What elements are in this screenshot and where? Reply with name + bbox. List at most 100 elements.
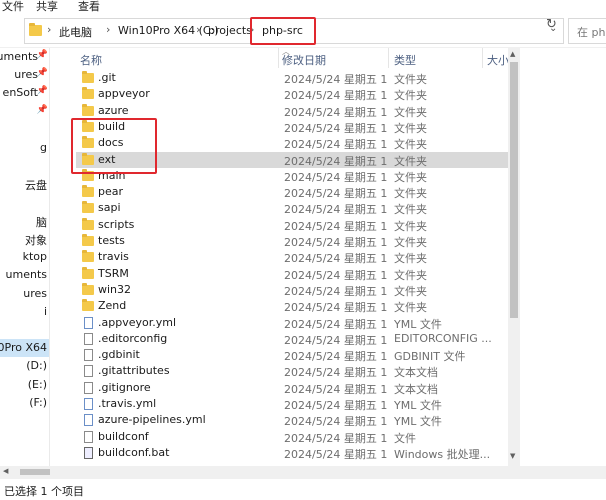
breadcrumb-projects[interactable]: projects xyxy=(208,24,252,37)
file-row[interactable]: .travis.yml 2024/5/24 星期五 15:... YML 文件 xyxy=(76,396,518,412)
file-row[interactable]: scripts 2024/5/24 星期五 15:... 文件夹 xyxy=(76,217,518,233)
scrollbar-thumb[interactable] xyxy=(510,62,518,318)
chevron-right-icon[interactable]: › xyxy=(106,23,110,36)
scroll-up-icon[interactable]: ▲ xyxy=(510,50,515,58)
sidebar-item-label: uments xyxy=(0,50,38,63)
sidebar-item[interactable] xyxy=(0,321,49,339)
sidebar-item[interactable]: ures 📌 xyxy=(0,66,49,84)
file-name: scripts xyxy=(98,217,135,231)
pin-icon[interactable]: 📌 xyxy=(37,50,48,60)
file-date: 2024/5/24 星期五 15:... xyxy=(284,366,388,380)
highlight-annotation xyxy=(71,118,157,174)
file-row[interactable]: .gdbinit 2024/5/24 星期五 15:... GDBINIT 文件 xyxy=(76,347,518,363)
file-icon xyxy=(84,446,93,459)
pin-icon[interactable]: 📌 xyxy=(37,68,48,78)
scroll-down-icon[interactable]: ▼ xyxy=(510,452,515,460)
file-type: 文件 xyxy=(394,431,416,445)
sidebar-item[interactable]: enSoft 📌 xyxy=(0,84,49,102)
file-row[interactable]: appveyor 2024/5/24 星期五 15:... 文件夹 xyxy=(76,86,518,102)
column-divider[interactable] xyxy=(388,48,389,68)
scrollbar-thumb[interactable] xyxy=(20,469,50,475)
sidebar-item[interactable]: (D:) xyxy=(0,357,49,375)
column-header-size[interactable]: 大小 xyxy=(487,52,509,68)
sidebar-item[interactable]: i xyxy=(0,303,49,321)
folder-icon xyxy=(82,185,94,198)
sidebar-item[interactable] xyxy=(0,157,49,175)
sidebar-item[interactable]: uments 📌 xyxy=(0,48,49,66)
file-row[interactable]: .git 2024/5/24 星期五 15:... 文件夹 xyxy=(76,70,518,86)
tab-view[interactable]: 查看 xyxy=(78,0,100,13)
refresh-icon[interactable]: ↻ xyxy=(546,17,557,32)
folder-icon xyxy=(82,103,94,116)
column-header-name[interactable]: 名称 xyxy=(80,52,102,68)
column-divider[interactable] xyxy=(278,48,279,68)
chevron-right-icon[interactable]: › xyxy=(47,23,51,36)
sidebar-item[interactable]: (F:) xyxy=(0,394,49,412)
file-name: TSRM xyxy=(98,266,129,280)
file-row[interactable]: azure-pipelines.yml 2024/5/24 星期五 15:... Y… xyxy=(76,412,518,428)
file-type: 文件夹 xyxy=(394,170,427,184)
sidebar-item-label: ures xyxy=(14,68,38,82)
file-row[interactable]: win32 2024/5/24 星期五 15:... 文件夹 xyxy=(76,282,518,298)
file-row[interactable]: tests 2024/5/24 星期五 15:... 文件夹 xyxy=(76,233,518,249)
sidebar-item[interactable]: ktop xyxy=(0,248,49,266)
sidebar-item[interactable]: 云盘 xyxy=(0,175,49,193)
sidebar-item[interactable]: g xyxy=(0,139,49,157)
file-date: 2024/5/24 星期五 15:... xyxy=(284,399,388,412)
pin-icon[interactable]: 📌 xyxy=(37,86,48,96)
tab-share[interactable]: 共享 xyxy=(36,0,58,13)
tab-file[interactable]: 文件 xyxy=(2,0,24,13)
chevron-right-icon[interactable]: › xyxy=(196,23,200,36)
file-date: 2024/5/24 星期五 15:... xyxy=(284,219,388,233)
file-row[interactable]: .appveyor.yml 2024/5/24 星期五 15:... YML 文件 xyxy=(76,315,518,331)
file-row[interactable]: Zend 2024/5/24 星期五 15:... 文件夹 xyxy=(76,298,518,314)
file-type: GDBINIT 文件 xyxy=(394,350,466,364)
sidebar-item[interactable]: uments xyxy=(0,266,49,284)
pin-icon[interactable]: 📌 xyxy=(37,105,48,115)
sidebar-item[interactable]: 10Pro X64 xyxy=(0,339,49,358)
file-row[interactable]: sapi 2024/5/24 星期五 15:... 文件夹 xyxy=(76,200,518,216)
status-bar: 已选择 1 个项目 xyxy=(0,478,606,500)
sidebar-item[interactable]: (E:) xyxy=(0,376,49,394)
file-name: .appveyor.yml xyxy=(98,315,177,329)
file-type: 文件夹 xyxy=(394,236,427,249)
file-row[interactable]: buildconf.bat 2024/5/24 星期五 15:... Windows… xyxy=(76,445,518,461)
breadcrumb-drive-c[interactable]: Win10Pro X64 (C:) xyxy=(118,24,219,37)
file-row[interactable]: buildconf 2024/5/24 星期五 15:... 文件 xyxy=(76,429,518,445)
file-date: 2024/5/24 星期五 15:... xyxy=(284,301,388,315)
horizontal-scrollbar[interactable]: ◀ xyxy=(0,466,606,478)
file-name: .editorconfig xyxy=(98,331,168,345)
column-header-type[interactable]: 类型 xyxy=(394,52,416,68)
file-name: buildconf.bat xyxy=(98,445,170,459)
sidebar-item[interactable]: 📌 xyxy=(0,103,49,121)
column-header-date[interactable]: 修改日期 xyxy=(282,52,326,68)
file-row[interactable]: travis 2024/5/24 星期五 15:... 文件夹 xyxy=(76,249,518,265)
file-date: 2024/5/24 星期五 15:... xyxy=(284,252,388,266)
file-row[interactable]: .gitattributes 2024/5/24 星期五 15:... 文本文档 xyxy=(76,363,518,379)
file-type: 文件夹 xyxy=(394,121,427,135)
file-date: 2024/5/24 星期五 15:... xyxy=(284,350,388,364)
file-name: Zend xyxy=(98,299,127,313)
file-row[interactable]: pear 2024/5/24 星期五 15:... 文件夹 xyxy=(76,184,518,200)
search-input[interactable]: 在 php-src xyxy=(568,18,606,44)
file-type: 文本文档 xyxy=(394,366,438,380)
file-row[interactable]: .editorconfig 2024/5/24 星期五 15:... EDITORC… xyxy=(76,331,518,347)
folder-icon xyxy=(82,217,94,230)
file-list: ︿ 名称 修改日期 类型 大小 .git2024/5/24 星期五 15:...… xyxy=(50,47,606,478)
sidebar-item[interactable] xyxy=(0,121,49,139)
column-divider[interactable] xyxy=(482,48,483,68)
sidebar-item[interactable]: 对象 xyxy=(0,230,49,248)
breadcrumb-this-pc[interactable]: 此电脑 xyxy=(59,24,92,40)
file-date: 2024/5/24 星期五 15:... xyxy=(284,170,388,184)
vertical-scrollbar[interactable]: ▲ ▼ xyxy=(508,48,520,466)
file-date: 2024/5/24 星期五 15:... xyxy=(284,382,388,396)
sidebar-item[interactable]: ures xyxy=(0,285,49,303)
file-row[interactable]: .gitignore 2024/5/24 星期五 15:... 文本文档 xyxy=(76,380,518,396)
file-row[interactable]: azure 2024/5/24 星期五 15:... 文件夹 xyxy=(76,103,518,119)
file-icon xyxy=(84,430,93,443)
sidebar-item[interactable] xyxy=(0,194,49,212)
sidebar-item[interactable]: 脑 xyxy=(0,212,49,230)
scroll-left-icon[interactable]: ◀ xyxy=(3,467,8,475)
file-icon xyxy=(84,365,93,378)
file-row[interactable]: TSRM 2024/5/24 星期五 15:... 文件夹 xyxy=(76,266,518,282)
